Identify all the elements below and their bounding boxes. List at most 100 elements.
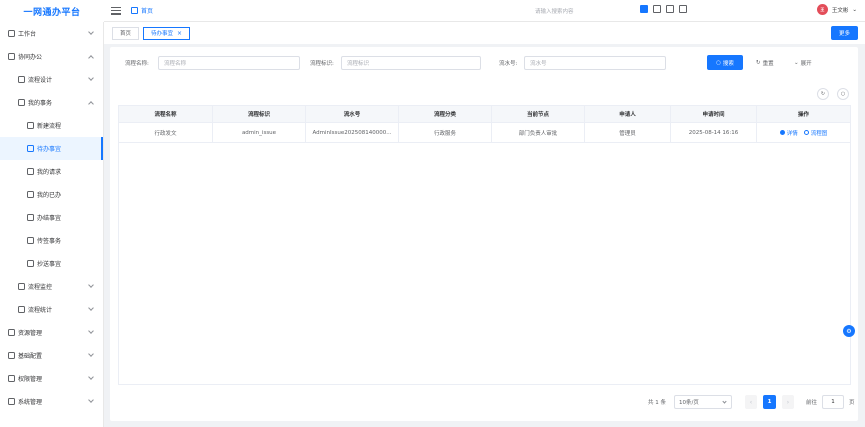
chevron-down-icon — [88, 374, 94, 380]
tab-todo[interactable]: 待办事宜 × — [143, 26, 191, 40]
column-header: 流程分类 — [399, 106, 492, 122]
flowchart-link[interactable]: 流程图 — [803, 129, 827, 137]
chevron-up-icon — [88, 101, 94, 107]
tabs-bar: 首页 待办事宜 × 更多 — [104, 22, 865, 44]
more-button[interactable]: 更多 — [830, 26, 858, 40]
search-button[interactable]: ○ 搜索 — [707, 55, 743, 70]
column-header: 流水号 — [306, 106, 399, 122]
triangle-icon — [27, 214, 34, 221]
tab-home[interactable]: 首页 — [112, 26, 140, 40]
sidebar-item-done[interactable]: 我的已办 — [0, 183, 103, 206]
sidebar-item-my-requests[interactable]: 我的请求 — [0, 160, 103, 183]
sidebar-item-new-flow[interactable]: 新建流程 — [0, 114, 103, 137]
config-icon — [8, 352, 15, 359]
cell-flow-key: admin_issue — [213, 123, 306, 142]
column-header: 流程标识 — [213, 106, 306, 122]
column-header: 操作 — [797, 112, 809, 118]
page-size-select[interactable]: 10条/页 — [674, 395, 732, 409]
home-icon — [131, 7, 138, 14]
serial-input[interactable]: 流水号 — [524, 56, 666, 70]
flow-key-label: 流程标识: — [310, 61, 334, 67]
cell-category: 行政服务 — [399, 123, 492, 142]
sidebar-item-permissions[interactable]: 权限管理 — [0, 367, 103, 390]
chevron-down-icon — [722, 399, 727, 404]
chevron-down-icon: ⌄ — [794, 59, 799, 66]
info-icon — [779, 130, 785, 135]
bell-icon — [18, 99, 25, 106]
monitor-icon — [8, 30, 15, 37]
flowchart-icon — [803, 130, 809, 135]
sidebar-item-monitor[interactable]: 流程监控 — [0, 275, 103, 298]
sidebar-item-stats[interactable]: 流程统计 — [0, 298, 103, 321]
cell-actions: 详情 流程图 — [757, 123, 850, 142]
refresh-icon[interactable]: ↻ — [817, 88, 829, 100]
page-1-button[interactable]: 1 — [763, 395, 776, 409]
reset-button[interactable]: ↻ 重置 — [752, 55, 778, 70]
globe-icon — [18, 283, 25, 290]
breadcrumb-home[interactable]: 首页 — [141, 6, 153, 15]
search-icon[interactable] — [640, 5, 648, 13]
sidebar-item-transfer[interactable]: 传签事务 — [0, 229, 103, 252]
sidebar-item-completed[interactable]: 办结事宜 — [0, 206, 103, 229]
collab-icon — [8, 53, 15, 60]
detail-link[interactable]: 详情 — [779, 129, 798, 137]
flow-name-input[interactable]: 流程名称 — [158, 56, 300, 70]
goto-page-input[interactable]: 1 — [822, 395, 845, 409]
avatar[interactable]: 王 — [816, 4, 828, 15]
settings-float-button[interactable]: ⚙ — [843, 325, 855, 337]
cell-time: 2025-08-14 16:16 — [671, 123, 757, 142]
logo: 一网通办平台 — [0, 0, 104, 22]
cell-node: 部门负责人审批 — [492, 123, 585, 142]
chevron-down-icon[interactable]: ⌄ — [852, 7, 857, 13]
global-search-input[interactable]: 请输入搜索内容 — [535, 5, 635, 17]
app-title: 一网通办平台 — [23, 7, 81, 18]
sidebar: 工作台 协同办公 流程设计 我的事务 新建流程 待办事宜 我的请求 我的已办 办… — [0, 22, 104, 427]
table-row[interactable]: 行政发文 admin_issue AdminIssue202508140000.… — [119, 123, 850, 143]
close-icon[interactable]: × — [177, 30, 182, 37]
fullscreen-icon[interactable] — [666, 5, 674, 13]
theme-icon[interactable] — [653, 5, 661, 13]
refresh-icon: ↻ — [756, 59, 761, 66]
column-header: 申请时间 — [671, 106, 757, 122]
menu-toggle-icon[interactable] — [111, 6, 121, 15]
send-icon — [27, 260, 34, 267]
chevron-down-icon — [88, 29, 94, 35]
sidebar-item-collab[interactable]: 协同办公 — [0, 45, 103, 68]
next-page-button[interactable]: › — [782, 395, 794, 409]
column-header: 流程名称 — [119, 106, 213, 122]
search-icon: ○ — [716, 59, 721, 66]
message-icon[interactable] — [679, 5, 687, 13]
cell-applicant: 管理员 — [585, 123, 671, 142]
chevron-down-icon — [88, 305, 94, 311]
sidebar-item-resources[interactable]: 资源管理 — [0, 321, 103, 344]
sidebar-item-config[interactable]: 基础配置 — [0, 344, 103, 367]
star-icon — [27, 168, 34, 175]
chart-icon — [18, 306, 25, 313]
top-header: 首页 — [104, 0, 865, 22]
chevron-up-icon — [88, 55, 94, 61]
sidebar-item-flow-design[interactable]: 流程设计 — [0, 68, 103, 91]
sidebar-item-cc[interactable]: 抄送事宜 — [0, 252, 103, 275]
pin-icon — [27, 237, 34, 244]
user-name[interactable]: 王文彬 — [832, 6, 849, 14]
sidebar-item-todo[interactable]: 待办事宜 — [0, 137, 103, 160]
chevron-down-icon — [88, 397, 94, 403]
folder-icon — [8, 329, 15, 336]
gear-icon — [8, 398, 15, 405]
user-menu[interactable]: 王 王文彬 ⌄ — [816, 4, 857, 15]
prev-page-button[interactable]: ‹ — [745, 395, 757, 409]
flow-icon — [18, 76, 25, 83]
chevron-down-icon — [88, 75, 94, 81]
sidebar-item-my-affairs[interactable]: 我的事务 — [0, 91, 103, 114]
todo-icon — [27, 145, 34, 152]
breadcrumb[interactable]: 首页 — [131, 6, 153, 15]
chevron-down-icon — [88, 282, 94, 288]
search-icon[interactable]: ○ — [837, 88, 849, 100]
sidebar-item-system[interactable]: 系统管理 — [0, 390, 103, 413]
flow-key-input[interactable]: 流程标识 — [341, 56, 481, 70]
goto-label: 前往 — [806, 400, 818, 406]
sidebar-item-workbench[interactable]: 工作台 — [0, 22, 103, 45]
expand-button[interactable]: ⌄ 展开 — [790, 55, 816, 70]
triangle-icon — [27, 191, 34, 198]
header-tools — [640, 5, 687, 13]
